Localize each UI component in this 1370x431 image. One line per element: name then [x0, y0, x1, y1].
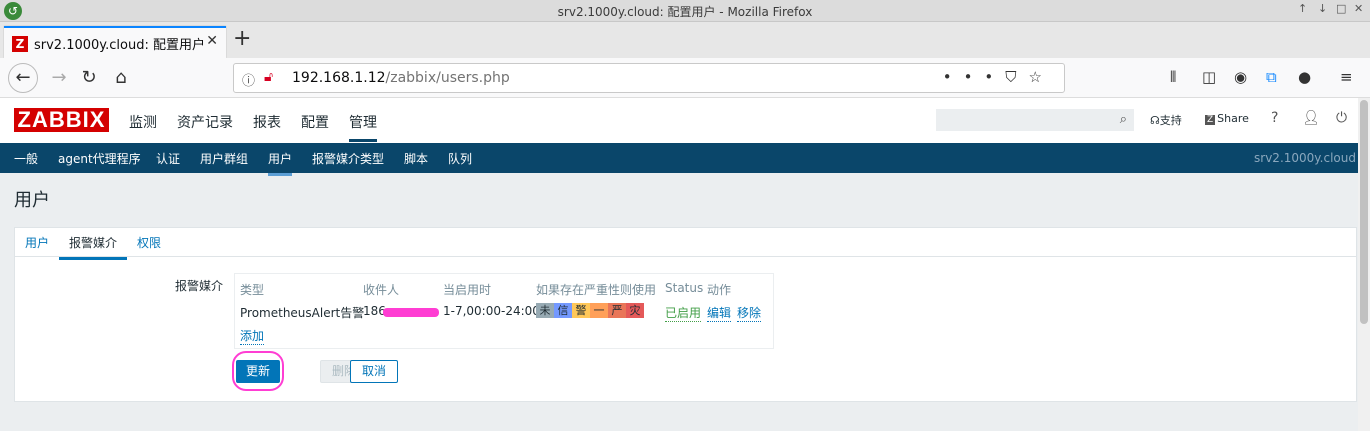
insecure-lock-icon[interactable]: 🔓︎	[264, 69, 273, 85]
tab-title: srv2.1000y.cloud: 配置用户	[34, 38, 205, 53]
col-status: Status	[665, 281, 704, 295]
url-path: /zabbix/users.php	[385, 70, 510, 86]
media-label: 报警媒介	[175, 279, 224, 293]
severity-disaster: 灾	[626, 303, 644, 318]
add-media-link[interactable]: 添加	[240, 327, 265, 345]
submenu-queue[interactable]: 队列	[448, 150, 472, 167]
zabbix-header: ZABBIX 监测 资产记录 报表 配置 管理 ⌕ ☊支持 Z Share ? 👤…	[0, 98, 1370, 143]
share-link[interactable]: Z Share	[1205, 112, 1249, 125]
media-status-enabled[interactable]: 已启用	[665, 304, 702, 322]
share-label: Share	[1217, 112, 1249, 125]
search-icon[interactable]: ⌕	[1120, 112, 1127, 127]
tab-bar: Z srv2.1000y.cloud: 配置用户 ✕	[0, 22, 1370, 58]
browser-tab[interactable]: Z srv2.1000y.cloud: 配置用户 ✕	[4, 26, 226, 58]
submenu-user-groups[interactable]: 用户群组	[200, 150, 248, 167]
menu-item-administration[interactable]: 管理	[349, 112, 377, 142]
close-tab-icon[interactable]: ✕	[206, 33, 218, 49]
submenu-authentication[interactable]: 认证	[156, 150, 180, 167]
menu-item-monitoring[interactable]: 监测	[129, 112, 157, 142]
media-when-active: 1-7,00:00-24:00	[443, 304, 540, 318]
pocket-icon[interactable]: ⛉	[1005, 68, 1028, 86]
new-tab-button[interactable]: +	[233, 26, 251, 51]
severity-information: 信	[554, 303, 572, 318]
severity-average: 一	[590, 303, 608, 318]
submenu-users[interactable]: 用户	[268, 150, 293, 176]
severity-high: 严	[608, 303, 626, 318]
server-name: srv2.1000y.cloud	[1254, 151, 1356, 165]
url-bar[interactable]: ⓘ 🔓︎ 192.168.1.12/zabbix/users.php •••⛉☆	[233, 63, 1065, 93]
menu-item-reports[interactable]: 报表	[253, 112, 281, 142]
cancel-button[interactable]: 取消	[350, 360, 398, 383]
search-input[interactable]: ⌕	[936, 109, 1134, 131]
bookmark-star-icon[interactable]: ☆	[1029, 68, 1054, 86]
scrollbar-thumb[interactable]	[1360, 100, 1368, 324]
sidebar-icon[interactable]: ◫	[1202, 68, 1216, 86]
col-when-active: 当启用时	[443, 283, 492, 297]
redaction-mark	[383, 308, 439, 317]
window-title: srv2.1000y.cloud: 配置用户 - Mozilla Firefox	[557, 5, 813, 19]
home-icon[interactable]: ⌂	[106, 63, 136, 93]
page-actions[interactable]: •••⛉☆	[943, 68, 1054, 86]
severity-badges: 未 信 警 一 严 灾	[536, 303, 644, 318]
url-text[interactable]: 192.168.1.12/zabbix/users.php	[292, 70, 510, 86]
tab-permissions[interactable]: 权限	[137, 234, 161, 251]
url-host: 192.168.1.12	[292, 70, 386, 86]
share-z-icon: Z	[1205, 115, 1216, 125]
zabbix-favicon-icon: Z	[12, 36, 28, 52]
media-type: PrometheusAlert告警	[240, 306, 365, 320]
media-edit-link[interactable]: 编辑	[707, 304, 732, 322]
col-type: 类型	[240, 283, 265, 297]
submenu-proxies[interactable]: agent代理程序	[58, 150, 141, 167]
user-profile-icon[interactable]: 👤︎	[1302, 110, 1320, 126]
tab-user[interactable]: 用户	[25, 234, 49, 251]
severity-warning: 警	[572, 303, 590, 318]
minimize-icon[interactable]: ↑	[1298, 2, 1307, 15]
logout-icon[interactable]: ⏻	[1336, 110, 1347, 126]
main-menu: 监测 资产记录 报表 配置 管理	[129, 112, 397, 142]
account-icon[interactable]: ◉	[1234, 68, 1247, 86]
screenshot-icon[interactable]: ⧉	[1266, 68, 1277, 86]
close-window-icon[interactable]: ✕	[1354, 2, 1363, 15]
highlight-circle-annotation	[232, 351, 284, 391]
extension-icon[interactable]: ●	[1298, 68, 1311, 86]
user-form-panel: 用户 报警媒介 权限 报警媒介 类型 收件人 当启用时 如果存在严重性则使用 S…	[14, 227, 1357, 402]
submenu-general[interactable]: 一般	[14, 150, 38, 167]
scrollbar[interactable]	[1358, 98, 1370, 431]
support-label: 支持	[1159, 114, 1182, 127]
back-icon[interactable]: ←	[8, 63, 38, 93]
submenu-media-types[interactable]: 报警媒介类型	[312, 150, 384, 167]
help-icon[interactable]: ?	[1271, 110, 1278, 126]
col-severity: 如果存在严重性则使用	[536, 283, 657, 297]
page-title: 用户	[14, 190, 50, 211]
window-title-bar: ↺ srv2.1000y.cloud: 配置用户 - Mozilla Firef…	[0, 0, 1370, 22]
navigation-bar: ← → ↻ ⌂ ⓘ 🔓︎ 192.168.1.12/zabbix/users.p…	[0, 58, 1370, 98]
library-icon[interactable]: ⫴	[1170, 68, 1176, 86]
zabbix-logo[interactable]: ZABBIX	[14, 108, 109, 132]
menu-item-inventory[interactable]: 资产记录	[177, 112, 233, 142]
media-remove-link[interactable]: 移除	[737, 304, 762, 322]
forward-icon[interactable]: →	[44, 63, 74, 93]
reload-icon[interactable]: ↻	[74, 63, 104, 93]
restore-icon[interactable]: ↓	[1318, 2, 1327, 15]
form-tabs: 用户 报警媒介 权限	[15, 228, 1356, 260]
severity-not-classified: 未	[536, 303, 554, 318]
site-info-icon[interactable]: ⓘ	[242, 70, 255, 89]
headset-icon: ☊	[1150, 114, 1160, 127]
col-sendto: 收件人	[363, 283, 400, 297]
media-table: 类型 收件人 当启用时 如果存在严重性则使用 Status 动作 Prometh…	[234, 273, 774, 349]
submenu-scripts[interactable]: 脚本	[404, 150, 428, 167]
maximize-icon[interactable]: □	[1336, 2, 1346, 15]
tab-media[interactable]: 报警媒介	[59, 234, 128, 260]
support-link[interactable]: ☊支持	[1150, 112, 1182, 128]
menu-icon[interactable]: ≡	[1340, 68, 1353, 86]
col-action: 动作	[707, 283, 732, 297]
menu-item-configuration[interactable]: 配置	[301, 112, 329, 142]
sub-menu: 一般 agent代理程序 认证 用户群组 用户 报警媒介类型 脚本 队列 srv…	[0, 143, 1370, 176]
